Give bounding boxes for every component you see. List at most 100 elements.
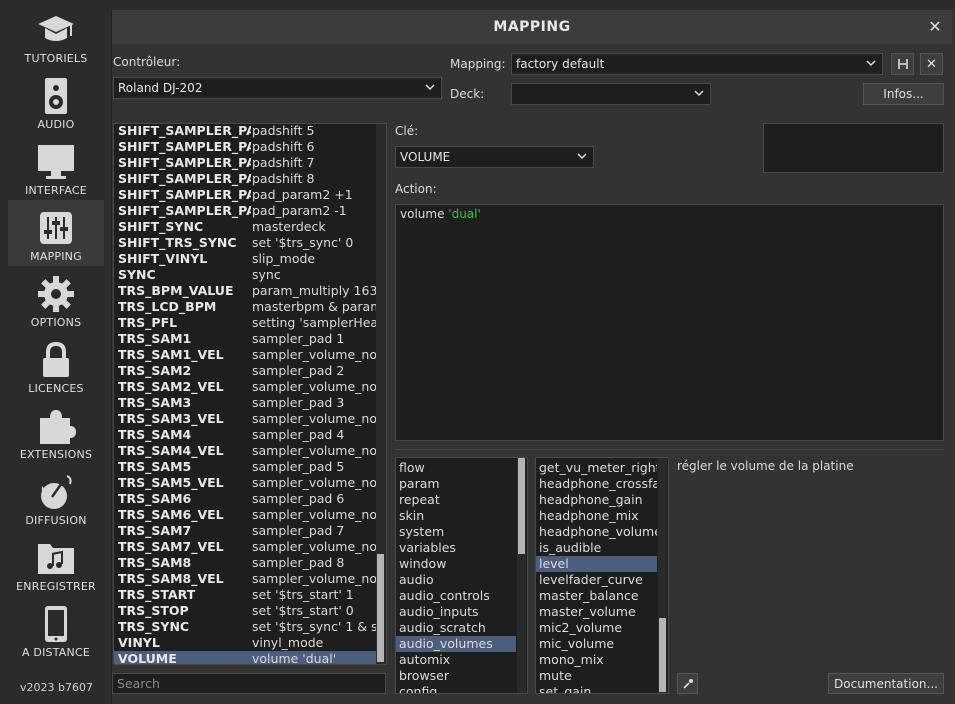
table-row[interactable]: TRS_SAM6_VEL sampler_volume_nog bbox=[114, 507, 376, 523]
action-editor[interactable]: volume 'dual' bbox=[395, 204, 944, 441]
list-item[interactable]: mono_mix bbox=[536, 652, 657, 668]
list-item[interactable]: variables bbox=[396, 540, 516, 556]
infos-button[interactable]: Infos... bbox=[863, 83, 944, 105]
sidebar-item-tutoriels[interactable]: TUTORIELS bbox=[8, 2, 104, 68]
table-row[interactable]: TRS_SAM8_VEL sampler_volume_nog bbox=[114, 571, 376, 587]
list-item[interactable]: mic_volume bbox=[536, 636, 657, 652]
controller-select[interactable]: Roland DJ-202 bbox=[113, 77, 442, 99]
list-item[interactable]: window bbox=[396, 556, 516, 572]
table-row[interactable]: TRS_LCD_BPM masterbpm & param_ bbox=[114, 299, 376, 315]
list-item[interactable]: system bbox=[396, 524, 516, 540]
list-item[interactable]: headphone_crossfader bbox=[536, 476, 657, 492]
scrollbar-thumb[interactable] bbox=[518, 458, 525, 554]
table-row[interactable]: TRS_STOP set '$trs_start' 0 bbox=[114, 603, 376, 619]
table-row[interactable]: TRS_PFL setting 'samplerHead bbox=[114, 315, 376, 331]
list-item[interactable]: mute bbox=[536, 668, 657, 684]
table-row[interactable]: VINYL vinyl_mode bbox=[114, 635, 376, 651]
sidebar-item-diffusion[interactable]: DIFFUSION bbox=[8, 464, 104, 530]
action-label: Action: bbox=[395, 182, 437, 196]
list-item[interactable]: headphone_gain bbox=[536, 492, 657, 508]
table-row[interactable]: TRS_SYNC set '$trs_sync' 1 & se bbox=[114, 619, 376, 635]
sidebar-item-enregistrer[interactable]: ENREGISTRER bbox=[8, 530, 104, 596]
list-scrollbar[interactable] bbox=[658, 458, 667, 693]
table-row[interactable]: SHIFT_SAMPLER_PAD7padshift 7 bbox=[114, 155, 376, 171]
list-item[interactable]: set_gain bbox=[536, 684, 657, 693]
list-scrollbar[interactable] bbox=[517, 458, 526, 693]
table-row[interactable]: TRS_SAM3 sampler_pad 3 bbox=[114, 395, 376, 411]
category-list[interactable]: flow param repeat skin system variables window… bbox=[395, 457, 528, 694]
table-row[interactable]: TRS_SAM7 sampler_pad 7 bbox=[114, 523, 376, 539]
list-item[interactable]: levelfader_curve bbox=[536, 572, 657, 588]
table-row[interactable]: VOLUME volume 'dual' bbox=[114, 651, 376, 664]
list-item[interactable]: audio bbox=[396, 572, 516, 588]
list-item[interactable]: param bbox=[396, 476, 516, 492]
list-item[interactable]: get_vu_meter_right bbox=[536, 460, 657, 476]
cle-select[interactable]: VOLUME bbox=[395, 146, 594, 168]
list-item[interactable]: audio_controls bbox=[396, 588, 516, 604]
list-item[interactable]: master_balance bbox=[536, 588, 657, 604]
sidebar-item-a-distance[interactable]: A DISTANCE bbox=[8, 596, 104, 662]
table-row[interactable]: SYNC sync bbox=[114, 267, 376, 283]
delete-mapping-button[interactable]: ✕ bbox=[920, 53, 943, 75]
table-row[interactable]: TRS_BPM_VALUE param_multiply 1638 bbox=[114, 283, 376, 299]
table-row[interactable]: TRS_SAM5_VEL sampler_volume_nog bbox=[114, 475, 376, 491]
list-item[interactable]: flow bbox=[396, 460, 516, 476]
documentation-button[interactable]: Documentation... bbox=[828, 673, 944, 694]
table-row[interactable]: TRS_SAM7_VEL sampler_volume_nog bbox=[114, 539, 376, 555]
scrollbar-thumb[interactable] bbox=[659, 618, 666, 692]
table-row[interactable]: SHIFT_SYNC masterdeck bbox=[114, 219, 376, 235]
sidebar-item-licences[interactable]: LICENCES bbox=[8, 332, 104, 398]
list-item[interactable]: audio_inputs bbox=[396, 604, 516, 620]
table-row[interactable]: TRS_SAM5 sampler_pad 5 bbox=[114, 459, 376, 475]
table-row[interactable]: TRS_SAM4_VEL sampler_volume_nog bbox=[114, 443, 376, 459]
chevron-down-icon bbox=[866, 60, 876, 67]
table-row[interactable]: SHIFT_TRS_SYNC set '$trs_sync' 0 bbox=[114, 235, 376, 251]
list-item[interactable]: audio_scratch bbox=[396, 620, 516, 636]
list-item[interactable]: mic2_volume bbox=[536, 620, 657, 636]
key-action: sampler_pad 6 bbox=[252, 491, 345, 506]
sidebar-item-extensions[interactable]: EXTENSIONS bbox=[8, 398, 104, 464]
eyedropper-button[interactable] bbox=[677, 673, 698, 694]
table-row[interactable]: TRS_SAM8 sampler_pad 8 bbox=[114, 555, 376, 571]
list-item[interactable]: audio_volumes bbox=[396, 636, 516, 652]
deck-select[interactable] bbox=[511, 83, 711, 105]
verb-list[interactable]: get_vu_meter_rightheadphone_crossfaderhe… bbox=[535, 457, 669, 694]
list-item[interactable]: skin bbox=[396, 508, 516, 524]
list-item[interactable]: config bbox=[396, 684, 516, 693]
list-item[interactable]: repeat bbox=[396, 492, 516, 508]
table-row[interactable]: SHIFT_VINYL slip_mode bbox=[114, 251, 376, 267]
chevron-down-icon bbox=[577, 153, 587, 160]
keys-list[interactable]: SHIFT_SAMPLER_PAD5padshift 5SHIFT_SAMPLE… bbox=[113, 123, 387, 665]
list-item[interactable]: headphone_mix bbox=[536, 508, 657, 524]
list-item[interactable]: headphone_volume bbox=[536, 524, 657, 540]
table-row[interactable]: SHIFT_SAMPLER_PAD6padshift 6 bbox=[114, 139, 376, 155]
scrollbar-thumb[interactable] bbox=[377, 554, 384, 662]
list-item[interactable]: is_audible bbox=[536, 540, 657, 556]
table-row[interactable]: SHIFT_SAMPLER_PARAM2_PLUSpad_param2 +1 bbox=[114, 187, 376, 203]
list-item[interactable]: master_volume bbox=[536, 604, 657, 620]
mapping-select[interactable]: factory default bbox=[511, 53, 883, 75]
sidebar-item-audio[interactable]: AUDIO bbox=[8, 68, 104, 134]
table-row[interactable]: TRS_START set '$trs_start' 1 bbox=[114, 587, 376, 603]
save-mapping-button[interactable] bbox=[891, 53, 914, 75]
sidebar-item-options[interactable]: OPTIONS bbox=[8, 266, 104, 332]
table-row[interactable]: SHIFT_SAMPLER_PARAM2_MINUSpad_param2 -1 bbox=[114, 203, 376, 219]
table-row[interactable]: TRS_SAM3_VEL sampler_volume_nog bbox=[114, 411, 376, 427]
list-item[interactable]: level bbox=[536, 556, 657, 572]
table-row[interactable]: TRS_SAM2_VEL sampler_volume_nog bbox=[114, 379, 376, 395]
table-row[interactable]: SHIFT_SAMPLER_PAD8padshift 8 bbox=[114, 171, 376, 187]
table-row[interactable]: TRS_SAM1_VEL sampler_volume_nog bbox=[114, 347, 376, 363]
search-input[interactable] bbox=[112, 673, 386, 694]
list-item[interactable]: browser bbox=[396, 668, 516, 684]
sidebar-item-mapping[interactable]: MAPPING bbox=[8, 200, 104, 266]
list-item[interactable]: automix bbox=[396, 652, 516, 668]
table-row[interactable]: TRS_SAM2 sampler_pad 2 bbox=[114, 363, 376, 379]
table-row[interactable]: TRS_SAM1 sampler_pad 1 bbox=[114, 331, 376, 347]
key-name: TRS_STOP bbox=[118, 603, 189, 618]
sidebar-item-interface[interactable]: INTERFACE bbox=[8, 134, 104, 200]
keys-scrollbar[interactable] bbox=[376, 124, 386, 664]
table-row[interactable]: TRS_SAM4 sampler_pad 4 bbox=[114, 427, 376, 443]
table-row[interactable]: SHIFT_SAMPLER_PAD5padshift 5 bbox=[114, 124, 376, 139]
table-row[interactable]: TRS_SAM6 sampler_pad 6 bbox=[114, 491, 376, 507]
close-icon[interactable]: ✕ bbox=[926, 18, 944, 36]
